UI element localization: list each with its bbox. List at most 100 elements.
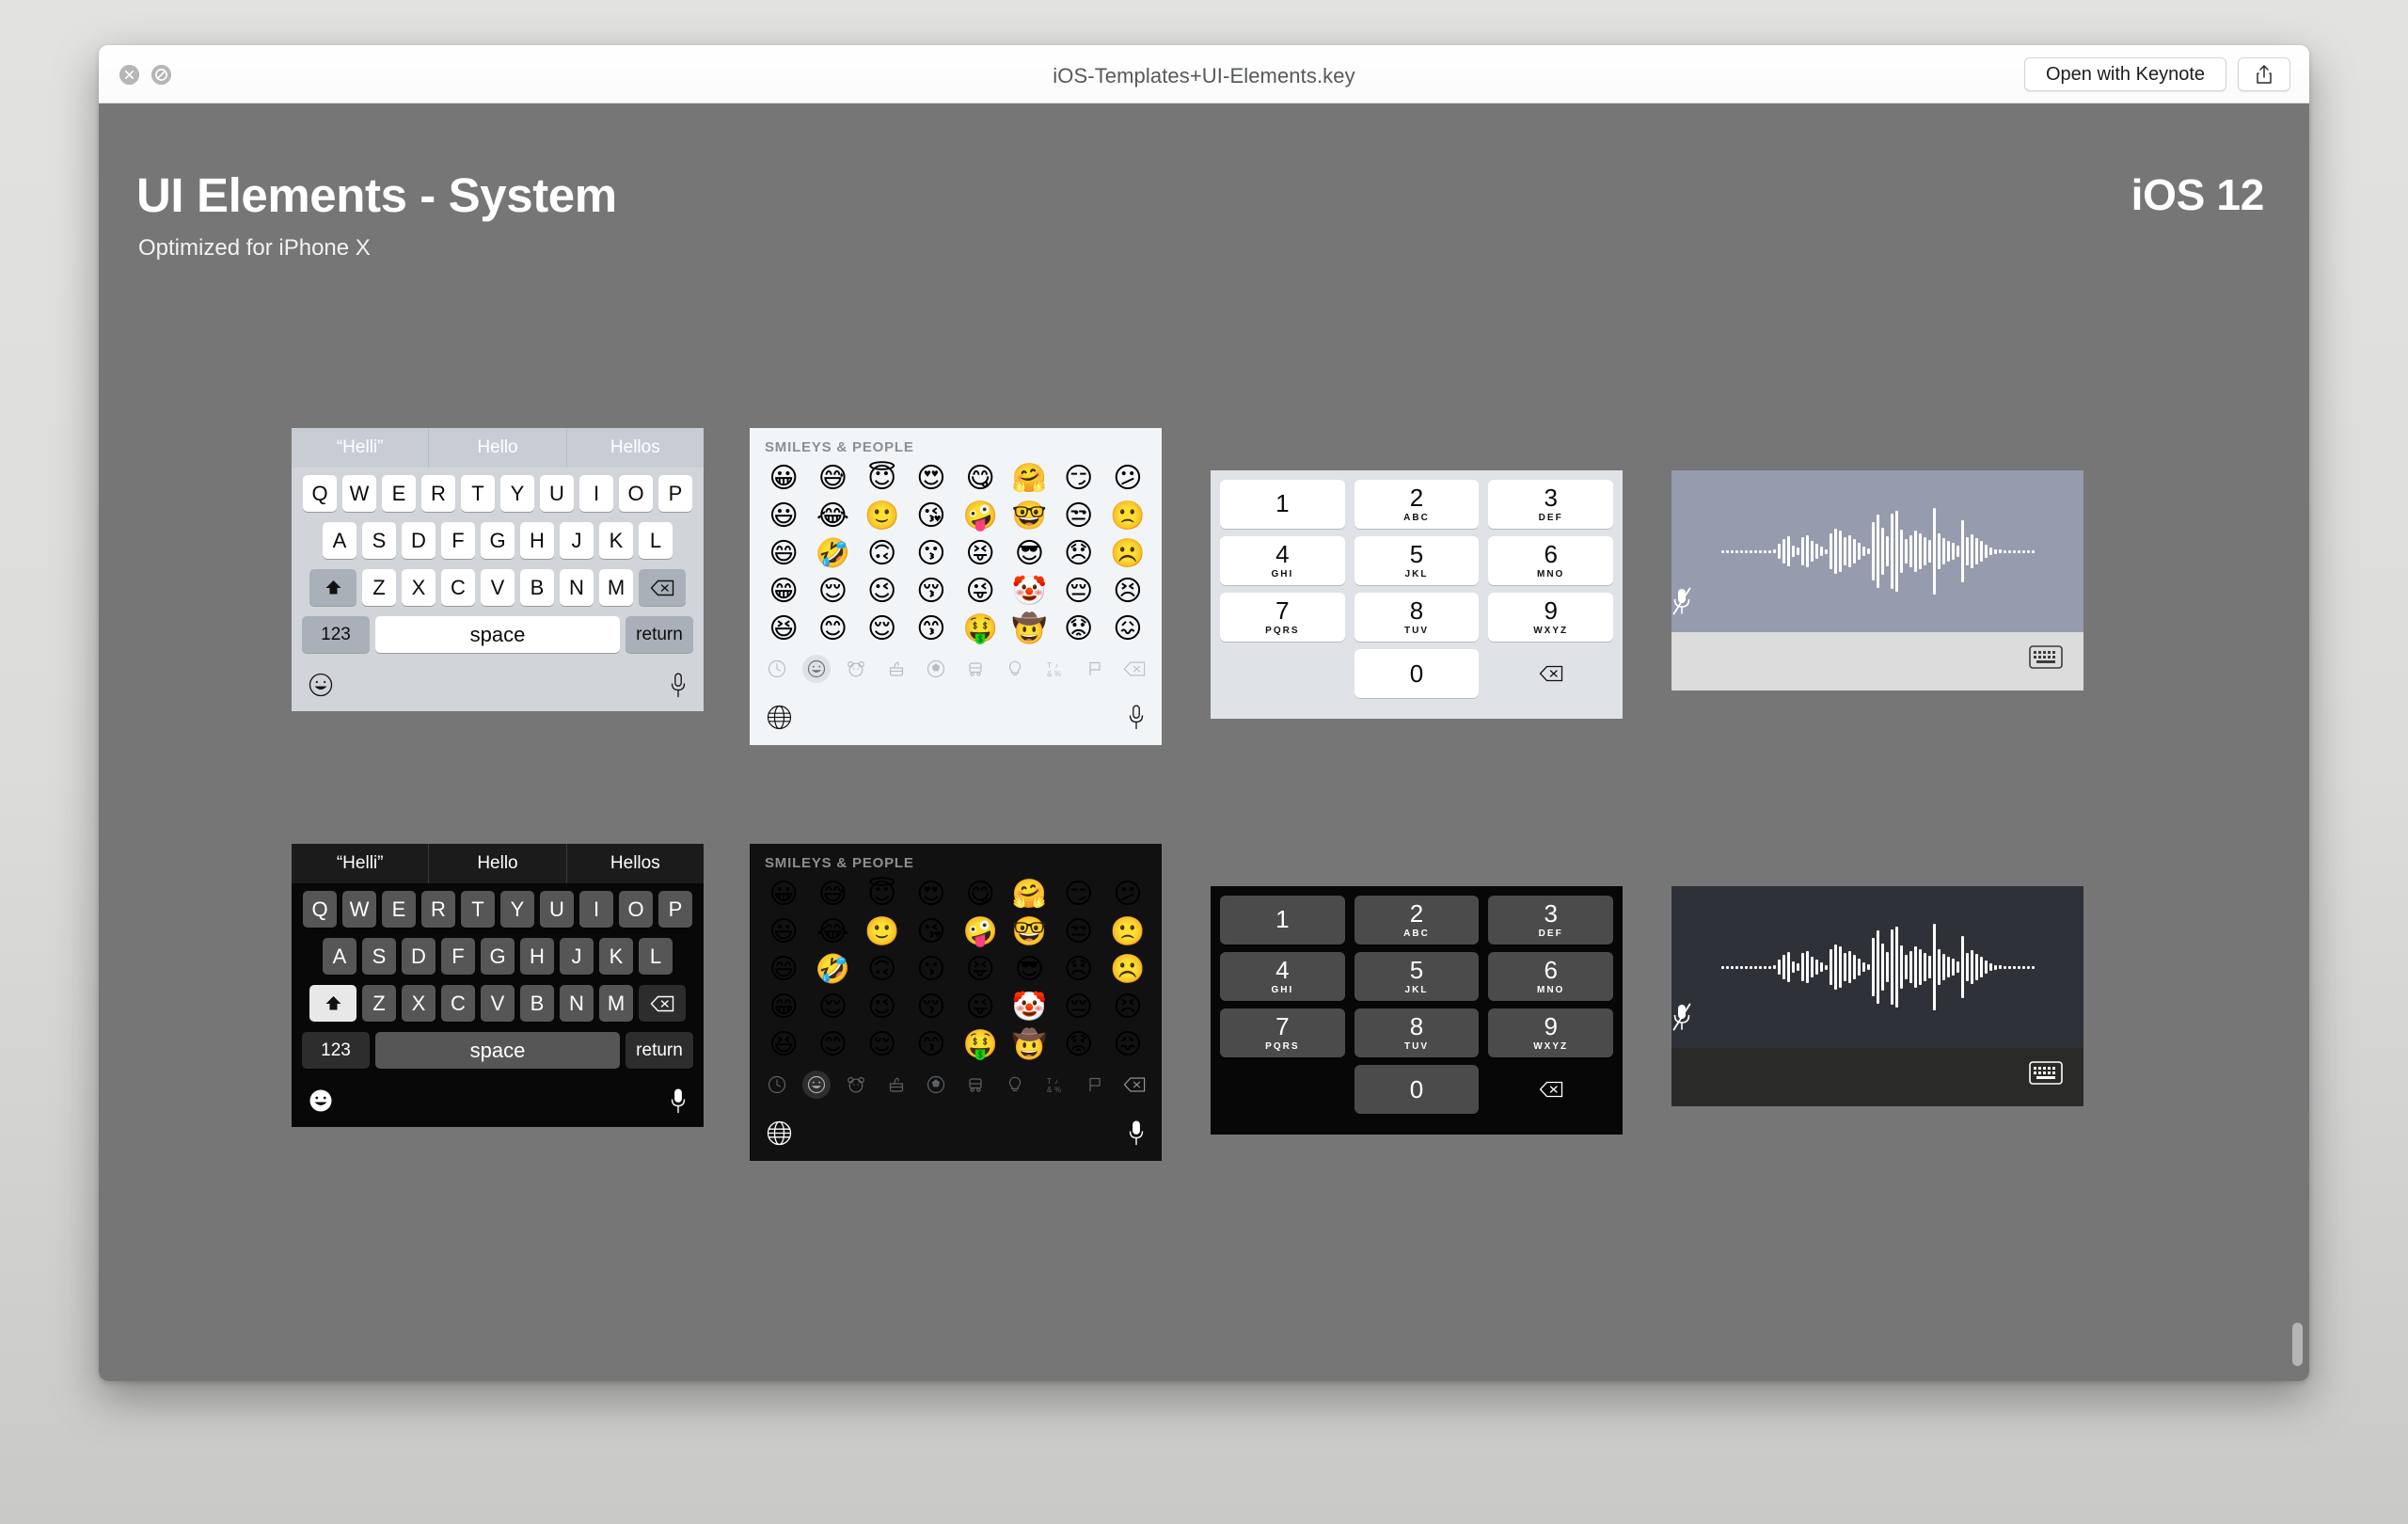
prediction-0[interactable]: “Helli”: [292, 844, 428, 883]
emoji-item[interactable]: 😒: [1054, 499, 1103, 534]
emoji-item[interactable]: 😅: [808, 877, 857, 913]
emoji-item[interactable]: 😗: [907, 536, 956, 572]
delete-key[interactable]: [639, 985, 686, 1022]
emoji-item[interactable]: 😔: [1054, 990, 1103, 1025]
keypad-key-6[interactable]: 6 MNO: [1488, 536, 1614, 585]
emoji-tab-recents-icon[interactable]: [763, 655, 791, 683]
emoji-item[interactable]: 🙂: [858, 914, 907, 950]
key-g[interactable]: G: [481, 522, 515, 559]
key-z[interactable]: Z: [362, 985, 396, 1022]
keypad-delete-key[interactable]: [1488, 1065, 1613, 1114]
emoji-icon[interactable]: [309, 673, 333, 697]
key-n[interactable]: N: [560, 985, 594, 1022]
emoji-tab-flags-icon[interactable]: [1081, 1071, 1109, 1099]
key-c[interactable]: C: [441, 569, 475, 606]
key-s[interactable]: S: [362, 938, 396, 975]
emoji-tab-recents-icon[interactable]: [763, 1071, 791, 1099]
emoji-item[interactable]: 😣: [1103, 574, 1152, 610]
emoji-item[interactable]: 🤡: [1005, 574, 1054, 610]
return-key[interactable]: return: [626, 1032, 693, 1069]
emoji-tab-activity-icon[interactable]: [922, 1071, 950, 1099]
keypad-key-3[interactable]: 3 DEF: [1488, 480, 1614, 529]
key-a[interactable]: A: [323, 938, 356, 975]
emoji-item[interactable]: 😍: [907, 461, 956, 497]
keypad-key-9[interactable]: 9 WXYZ: [1488, 593, 1614, 642]
microphone-icon[interactable]: [670, 1088, 687, 1114]
key-o[interactable]: O: [619, 891, 653, 928]
keypad-key-6[interactable]: 6 MNO: [1488, 952, 1614, 1001]
globe-icon[interactable]: [767, 705, 792, 730]
emoji-tab-food-icon[interactable]: [882, 1071, 911, 1099]
emoji-item[interactable]: 😝: [956, 952, 1005, 988]
emoji-item[interactable]: 😎: [1005, 536, 1054, 572]
emoji-item[interactable]: 😋: [956, 461, 1005, 497]
emoji-item[interactable]: 😃: [759, 914, 808, 950]
emoji-item[interactable]: 😀: [759, 461, 808, 497]
shift-key[interactable]: [309, 569, 356, 606]
space-key[interactable]: space: [375, 1032, 620, 1069]
emoji-item[interactable]: 🤪: [956, 499, 1005, 534]
emoji-tab-objects-icon[interactable]: [1001, 1071, 1029, 1099]
emoji-item[interactable]: 🤓: [1005, 499, 1054, 534]
emoji-item[interactable]: 😎: [1005, 952, 1054, 988]
key-d[interactable]: D: [402, 938, 436, 975]
emoji-item[interactable]: 🤣: [808, 536, 857, 572]
space-key[interactable]: space: [375, 616, 620, 653]
keyboard-icon[interactable]: [2029, 645, 2063, 669]
key-h[interactable]: H: [520, 522, 554, 559]
keypad-key-1[interactable]: 1: [1220, 896, 1345, 945]
emoji-item[interactable]: 😗: [907, 952, 956, 988]
emoji-item[interactable]: 🤗: [1005, 461, 1054, 497]
key-b[interactable]: B: [520, 985, 554, 1022]
key-f[interactable]: F: [441, 938, 475, 975]
key-x[interactable]: X: [402, 569, 436, 606]
emoji-item[interactable]: 🤠: [1005, 1027, 1054, 1063]
emoji-item[interactable]: 😒: [1054, 914, 1103, 950]
key-q[interactable]: Q: [303, 891, 337, 928]
key-s[interactable]: S: [362, 522, 396, 559]
emoji-item[interactable]: 😊: [808, 1027, 857, 1063]
emoji-item[interactable]: 😌: [858, 611, 907, 647]
emoji-item[interactable]: 🤑: [956, 1027, 1005, 1063]
key-p[interactable]: P: [658, 891, 692, 928]
delete-key[interactable]: [639, 569, 686, 606]
emoji-item[interactable]: 😊: [808, 611, 857, 647]
emoji-tab-delete-icon[interactable]: [1120, 655, 1149, 683]
keypad-delete-key[interactable]: [1488, 649, 1613, 698]
emoji-item[interactable]: 🤑: [956, 611, 1005, 647]
emoji-tab-animals-icon[interactable]: [842, 655, 870, 683]
key-t[interactable]: T: [461, 475, 495, 512]
key-f[interactable]: F: [441, 522, 475, 559]
microphone-icon[interactable]: [1128, 1120, 1145, 1146]
key-u[interactable]: U: [540, 891, 574, 928]
emoji-tab-symbols-icon[interactable]: T ♪ &%: [1041, 655, 1069, 683]
vertical-scrollbar[interactable]: [2291, 103, 2306, 1381]
emoji-item[interactable]: 😆: [759, 1027, 808, 1063]
emoji-item[interactable]: 😌: [808, 574, 857, 610]
emoji-tab-food-icon[interactable]: [882, 655, 911, 683]
emoji-item[interactable]: 😅: [808, 461, 857, 497]
emoji-item[interactable]: 🤓: [1005, 914, 1054, 950]
emoji-icon[interactable]: [309, 1088, 333, 1113]
key-v[interactable]: V: [481, 569, 515, 606]
key-w[interactable]: W: [342, 891, 376, 928]
key-x[interactable]: X: [402, 985, 436, 1022]
emoji-item[interactable]: 😜: [956, 574, 1005, 610]
key-e[interactable]: E: [382, 475, 416, 512]
emoji-item[interactable]: 🤠: [1005, 611, 1054, 647]
key-i[interactable]: I: [579, 891, 613, 928]
emoji-item[interactable]: 😕: [1103, 877, 1152, 913]
emoji-item[interactable]: 😜: [956, 990, 1005, 1025]
emoji-item[interactable]: 🙁: [1103, 499, 1152, 534]
keypad-key-7[interactable]: 7 PQRS: [1220, 593, 1345, 642]
emoji-item[interactable]: 😁: [759, 990, 808, 1025]
emoji-item[interactable]: 🤗: [1005, 877, 1054, 913]
emoji-tab-travel-icon[interactable]: [961, 655, 990, 683]
keypad-key-4[interactable]: 4 GHI: [1220, 952, 1345, 1001]
emoji-item[interactable]: 😄: [759, 536, 808, 572]
key-i[interactable]: I: [579, 475, 613, 512]
globe-icon[interactable]: [767, 1120, 792, 1146]
emoji-item[interactable]: 😞: [1054, 952, 1103, 988]
emoji-item[interactable]: 😖: [1103, 1027, 1152, 1063]
microphone-icon[interactable]: [670, 673, 687, 698]
